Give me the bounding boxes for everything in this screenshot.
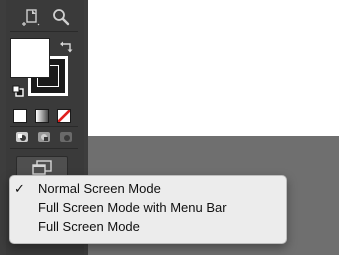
apply-color-icon[interactable]: [13, 109, 27, 123]
artboard-canvas[interactable]: [88, 0, 339, 136]
zoom-tool-icon[interactable]: [50, 6, 72, 28]
tools-divider: [10, 126, 78, 127]
menu-item-full-screen-with-menu-bar[interactable]: Full Screen Mode with Menu Bar: [10, 198, 286, 217]
menu-item-label: Full Screen Mode: [38, 219, 140, 234]
tools-divider: [10, 31, 78, 32]
draw-normal-icon[interactable]: [15, 130, 29, 142]
draw-inside-icon[interactable]: [59, 130, 73, 142]
apply-none-icon[interactable]: [57, 109, 71, 123]
fill-color-swatch[interactable]: [10, 38, 50, 78]
illustrator-window: ✓ Normal Screen Mode Full Screen Mode wi…: [0, 0, 339, 255]
screen-mode-menu: ✓ Normal Screen Mode Full Screen Mode wi…: [9, 175, 287, 244]
screen-mode-icon: [31, 160, 53, 176]
default-fill-stroke-icon[interactable]: [12, 84, 24, 97]
draw-behind-icon[interactable]: [37, 130, 51, 142]
menu-item-label: Normal Screen Mode: [38, 181, 161, 196]
menu-item-label: Full Screen Mode with Menu Bar: [38, 200, 227, 215]
swap-fill-stroke-icon[interactable]: [60, 40, 74, 53]
tools-divider: [10, 148, 78, 149]
menu-item-full-screen-mode[interactable]: Full Screen Mode: [10, 217, 286, 236]
menu-item-normal-screen-mode[interactable]: ✓ Normal Screen Mode: [10, 179, 286, 198]
checkmark-icon: ✓: [14, 181, 25, 196]
page-tool-icon[interactable]: [20, 6, 42, 28]
apply-gradient-icon[interactable]: [35, 109, 49, 123]
